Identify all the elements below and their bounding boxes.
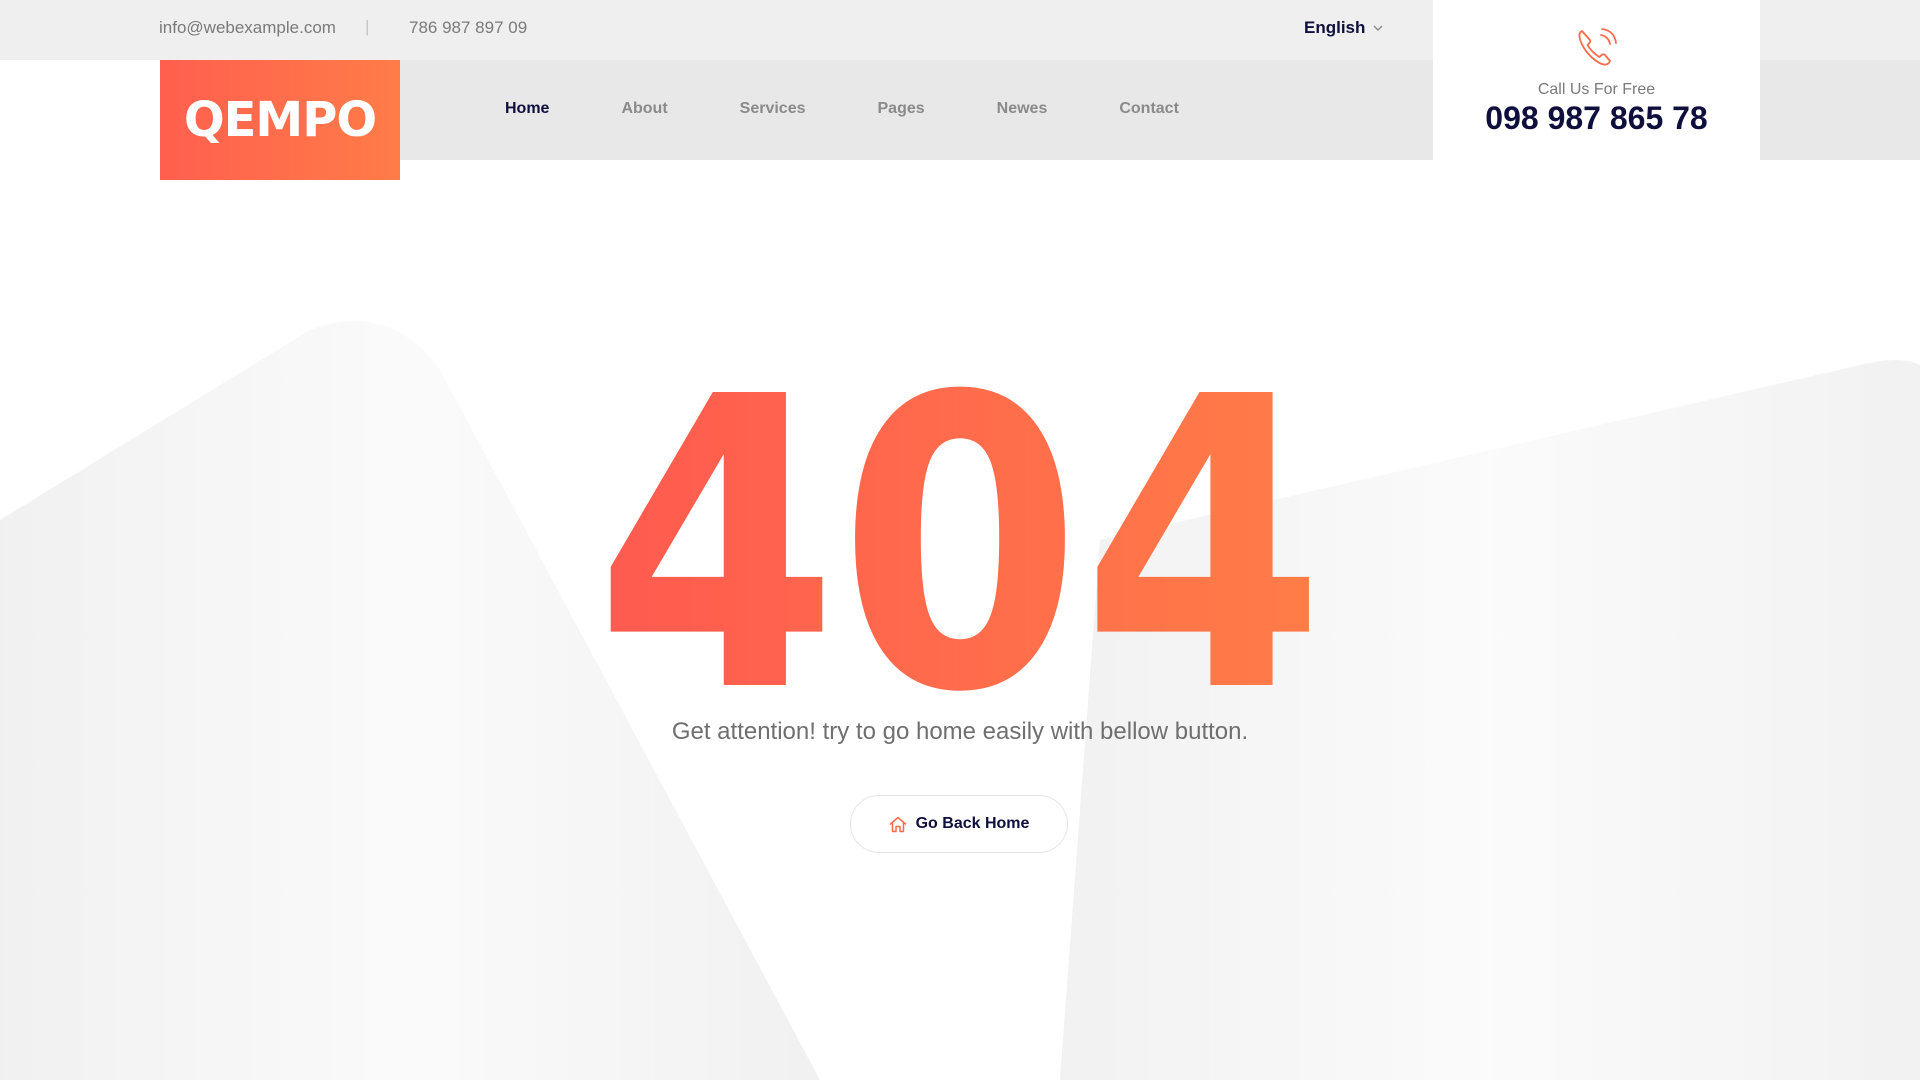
topbar-separator: | bbox=[365, 17, 370, 36]
call-label: Call Us For Free bbox=[1537, 81, 1656, 98]
go-back-home-label: Go Back Home bbox=[915, 815, 1030, 832]
go-back-home-button[interactable]: Go Back Home bbox=[850, 795, 1068, 853]
nav-item-about[interactable]: About bbox=[621, 100, 667, 118]
error-code-text: 404 bbox=[595, 345, 1325, 705]
main-nav: Home About Services Pages Newes Contact bbox=[505, 100, 1251, 118]
error-code: 404 bbox=[0, 312, 1920, 780]
language-label: English bbox=[1304, 18, 1366, 37]
call-number[interactable]: 098 987 865 78 bbox=[1433, 100, 1760, 137]
nav-item-services[interactable]: Services bbox=[740, 100, 806, 118]
phone-ringing-icon bbox=[1578, 28, 1617, 66]
nav-item-home[interactable]: Home bbox=[505, 100, 549, 118]
call-us-box: Call Us For Free 098 987 865 78 bbox=[1433, 0, 1760, 160]
contact-phone[interactable]: 786 987 897 09 bbox=[409, 18, 527, 38]
chevron-down-icon bbox=[1373, 25, 1383, 31]
contact-email[interactable]: info@webexample.com bbox=[159, 18, 336, 38]
nav-item-newes[interactable]: Newes bbox=[997, 100, 1048, 118]
site-logo[interactable]: QEMPO bbox=[160, 60, 400, 180]
logo-text: QEMPO bbox=[183, 92, 377, 148]
nav-item-contact[interactable]: Contact bbox=[1119, 100, 1179, 118]
home-icon bbox=[889, 816, 906, 832]
nav-item-pages[interactable]: Pages bbox=[878, 100, 925, 118]
error-message: Get attention! try to go home easily wit… bbox=[671, 718, 1249, 745]
language-selector[interactable]: English bbox=[1304, 18, 1383, 38]
